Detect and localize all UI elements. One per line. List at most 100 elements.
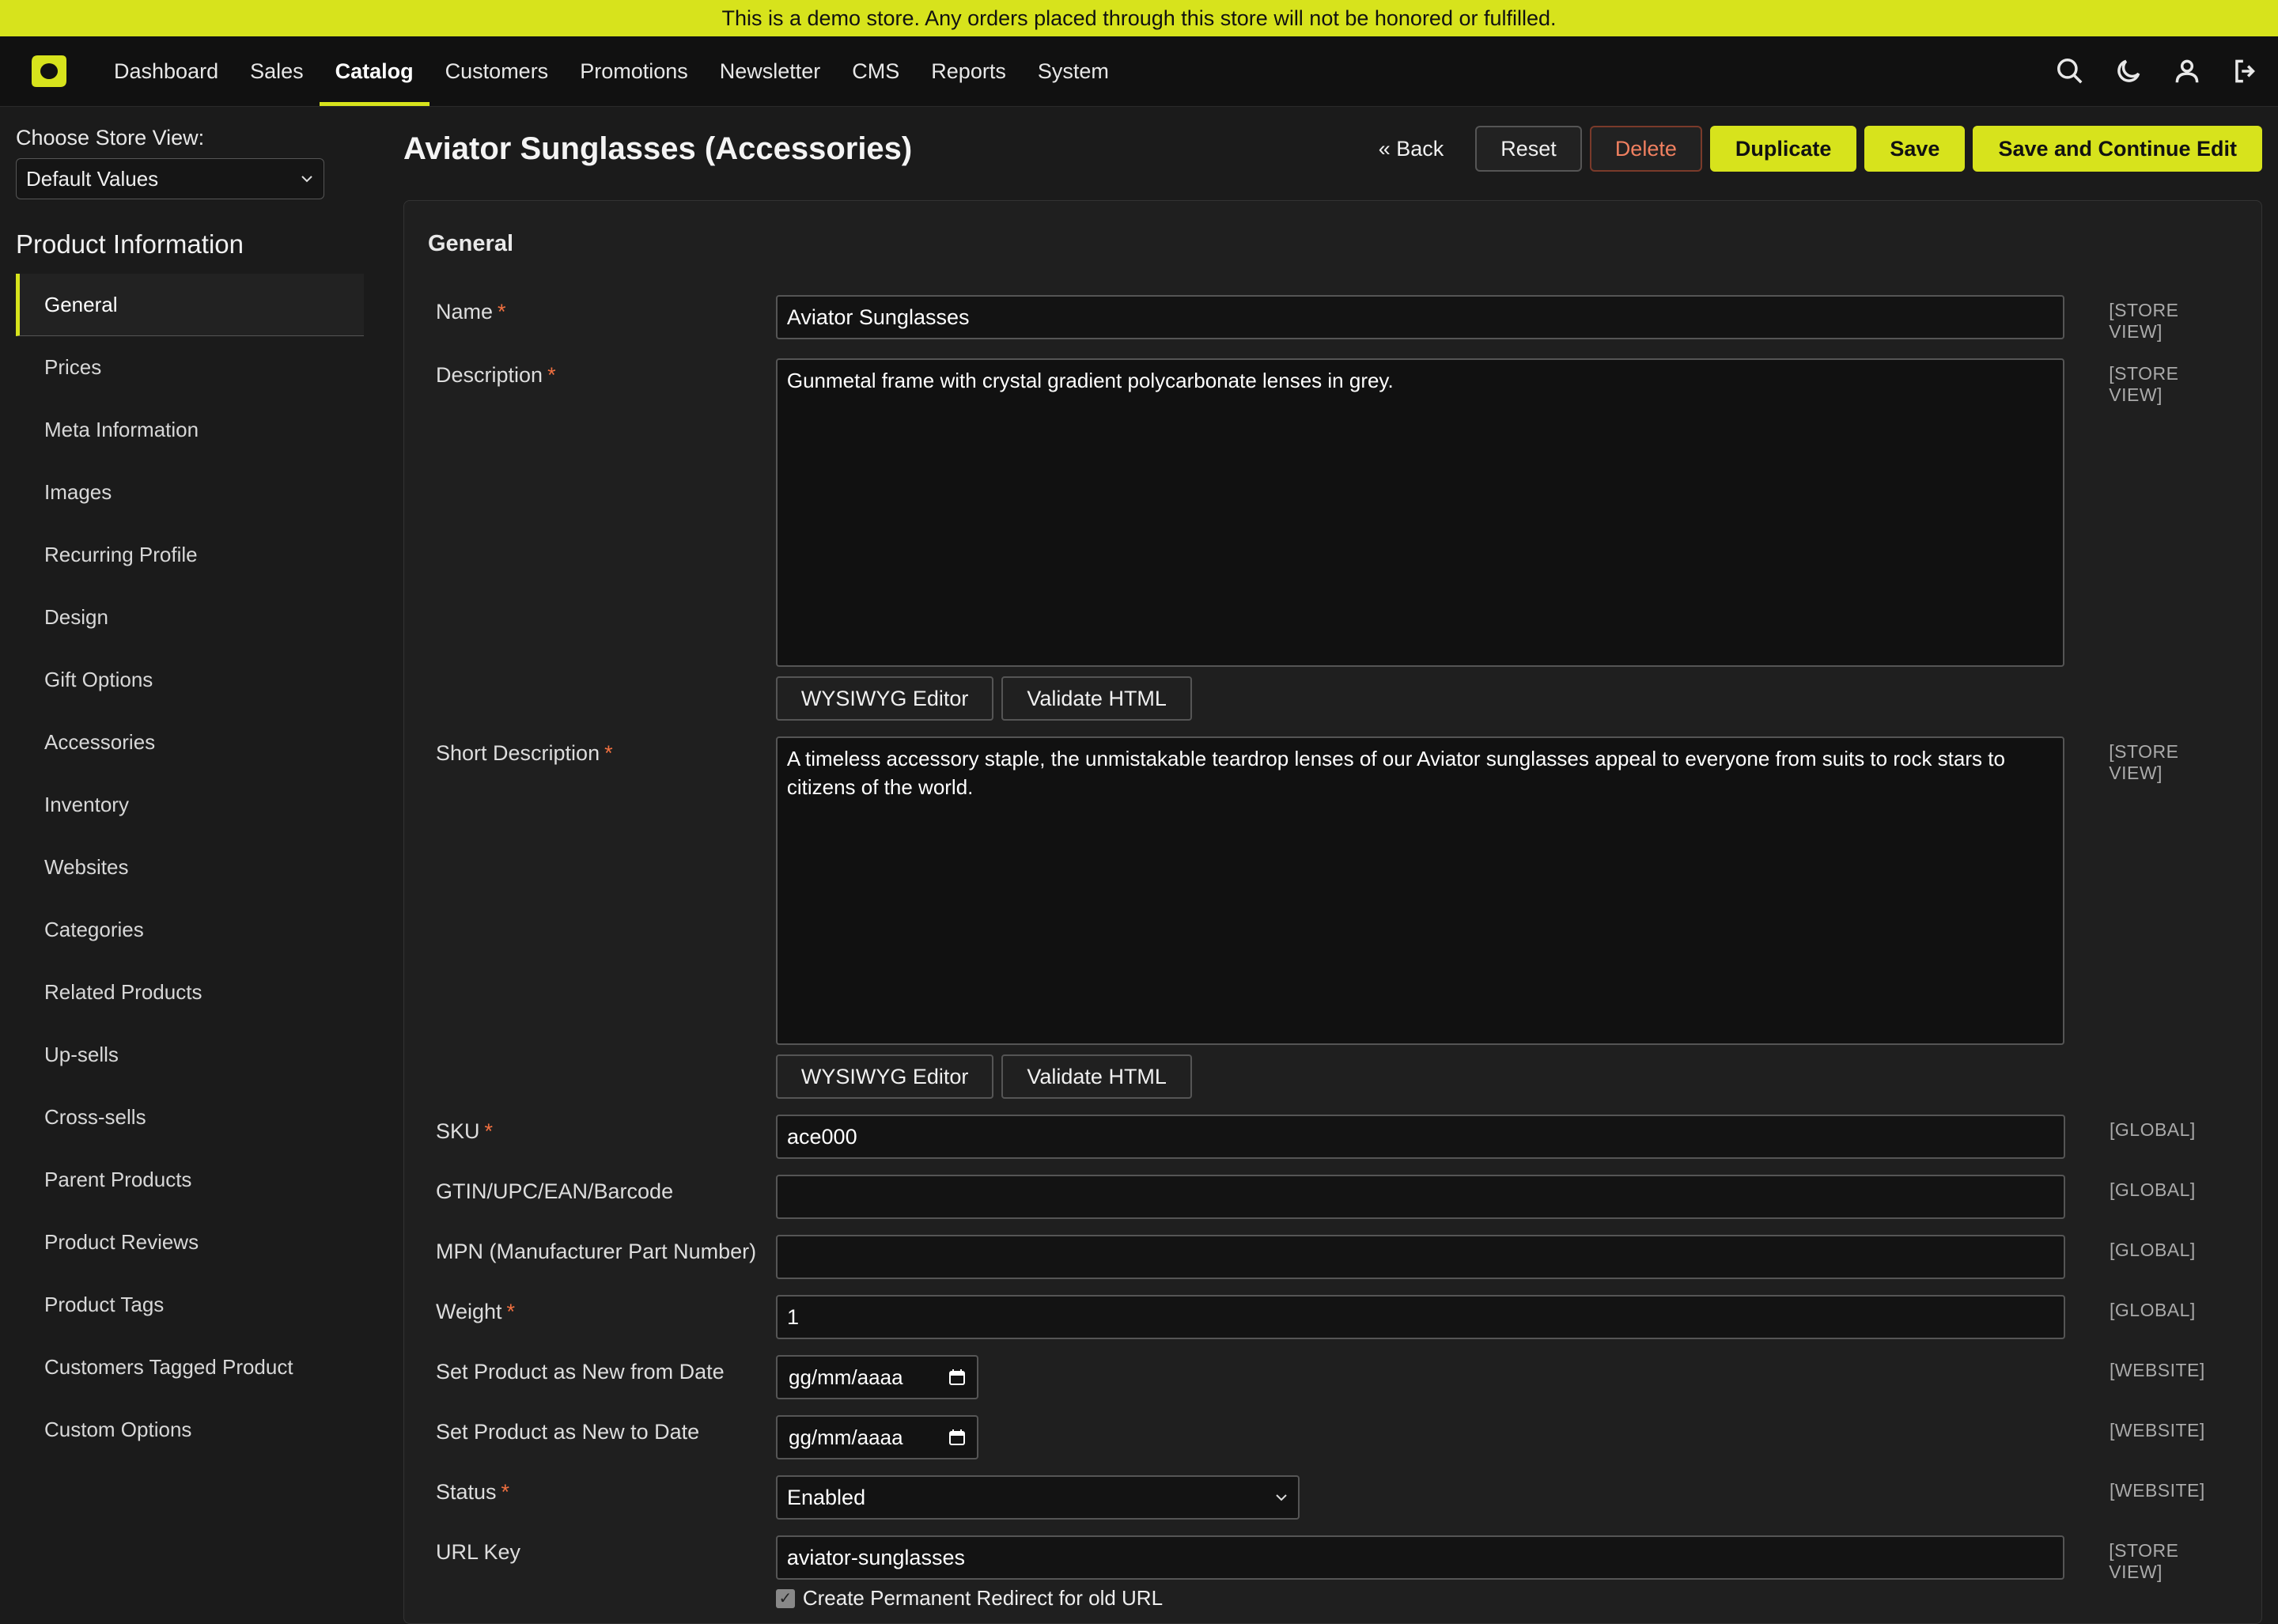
description-label: Description	[436, 363, 543, 387]
redirect-label: Create Permanent Redirect for old URL	[802, 1586, 1164, 1610]
sidebar-item-general[interactable]: General	[16, 274, 364, 336]
new-to-date-value: gg/mm/aaaa	[789, 1425, 903, 1449]
required-mark: *	[484, 1119, 494, 1143]
calendar-icon[interactable]	[948, 1368, 966, 1386]
required-mark: *	[501, 1480, 510, 1504]
sidebar-item-images[interactable]: Images	[16, 461, 364, 524]
weight-scope: [GLOBAL]	[2110, 1300, 2196, 1320]
weight-label: Weight	[436, 1300, 502, 1323]
store-view-select[interactable]: Default Values	[16, 158, 324, 199]
back-button[interactable]: « Back	[1355, 126, 1468, 172]
short-description-row: Short Description * A timeless accessory …	[428, 736, 2238, 1099]
status-select[interactable]: Enabled	[776, 1475, 1300, 1520]
new-to-scope: [WEBSITE]	[2110, 1420, 2205, 1440]
sidebar-item-design[interactable]: Design	[16, 586, 364, 649]
gtin-row: GTIN/UPC/EAN/Barcode [GLOBAL]	[428, 1175, 2238, 1219]
status-scope: [WEBSITE]	[2110, 1480, 2205, 1501]
nav-system[interactable]: System	[1022, 36, 1125, 106]
weight-input[interactable]: 1	[776, 1295, 2065, 1339]
delete-button[interactable]: Delete	[1589, 126, 1702, 172]
chevron-down-icon	[301, 176, 312, 183]
sidebar-item-gift-options[interactable]: Gift Options	[16, 649, 364, 711]
nav-cms[interactable]: CMS	[836, 36, 915, 106]
sidebar-item-cross-sells[interactable]: Cross-sells	[16, 1086, 364, 1149]
description-textarea[interactable]: Gunmetal frame with crystal gradient pol…	[775, 358, 2065, 667]
new-to-date-input[interactable]: gg/mm/aaaa	[776, 1415, 978, 1459]
short-description-scope: [STORE VIEW]	[2109, 741, 2179, 783]
nav-reports[interactable]: Reports	[915, 36, 1022, 106]
sidebar-item-parent-products[interactable]: Parent Products	[16, 1149, 364, 1211]
mpn-row: MPN (Manufacturer Part Number) [GLOBAL]	[428, 1235, 2238, 1279]
moon-icon[interactable]	[2113, 56, 2144, 86]
save-continue-button[interactable]: Save and Continue Edit	[1973, 126, 2262, 172]
new-from-row: Set Product as New from Date gg/mm/aaaa …	[428, 1355, 2238, 1399]
sidebar-item-customers-tagged-product[interactable]: Customers Tagged Product	[16, 1336, 364, 1399]
short-description-validate-button[interactable]: Validate HTML	[1001, 1054, 1192, 1099]
url-key-scope: [STORE VIEW]	[2109, 1540, 2179, 1582]
sidebar-item-related-products[interactable]: Related Products	[16, 961, 364, 1024]
name-row: Name * Aviator Sunglasses [STORE VIEW]	[428, 295, 2238, 343]
nav-promotions[interactable]: Promotions	[564, 36, 704, 106]
short-description-textarea[interactable]: A timeless accessory staple, the unmista…	[775, 736, 2065, 1045]
url-key-input[interactable]: aviator-sunglasses	[775, 1535, 2065, 1580]
description-wysiwyg-button[interactable]: WYSIWYG Editor	[775, 676, 994, 721]
calendar-icon[interactable]	[948, 1429, 966, 1446]
required-mark: *	[498, 300, 506, 324]
required-mark: *	[547, 363, 556, 387]
mpn-scope: [GLOBAL]	[2110, 1240, 2196, 1260]
main-content: Aviator Sunglasses (Accessories) « Back …	[388, 107, 2278, 1624]
nav-catalog[interactable]: Catalog	[319, 36, 429, 106]
sidebar-item-custom-options[interactable]: Custom Options	[16, 1399, 364, 1461]
short-description-wysiwyg-button[interactable]: WYSIWYG Editor	[775, 1054, 994, 1099]
status-row: Status * Enabled [WEBSITE]	[428, 1475, 2238, 1520]
sidebar-item-categories[interactable]: Categories	[16, 899, 364, 961]
description-validate-button[interactable]: Validate HTML	[1001, 676, 1192, 721]
description-scope: [STORE VIEW]	[2109, 363, 2179, 405]
save-button[interactable]: Save	[1864, 126, 1966, 172]
demo-banner-text: This is a demo store. Any orders placed …	[721, 6, 1557, 30]
sidebar-item-product-reviews[interactable]: Product Reviews	[16, 1211, 364, 1274]
name-input[interactable]: Aviator Sunglasses	[775, 295, 2065, 339]
new-from-date-value: gg/mm/aaaa	[789, 1365, 903, 1389]
product-info-title: Product Information	[16, 229, 244, 259]
new-from-date-input[interactable]: gg/mm/aaaa	[776, 1355, 978, 1399]
search-icon[interactable]	[2055, 56, 2085, 86]
sku-label: SKU	[436, 1119, 480, 1143]
reset-button[interactable]: Reset	[1475, 126, 1582, 172]
sidebar-item-prices[interactable]: Prices	[16, 336, 364, 399]
url-key-row: URL Key aviator-sunglasses ✓ Create Perm…	[428, 1535, 2238, 1611]
sku-row: SKU * ace000 [GLOBAL]	[428, 1115, 2238, 1159]
sidebar-item-product-tags[interactable]: Product Tags	[16, 1274, 364, 1336]
short-description-label: Short Description	[436, 741, 600, 765]
nav-sales[interactable]: Sales	[234, 36, 320, 106]
sidebar-item-inventory[interactable]: Inventory	[16, 774, 364, 836]
sku-scope: [GLOBAL]	[2110, 1119, 2196, 1140]
store-logo-icon[interactable]	[30, 52, 68, 90]
redirect-checkbox[interactable]: ✓	[775, 1588, 795, 1608]
sidebar-item-up-sells[interactable]: Up-sells	[16, 1024, 364, 1086]
nav-customers[interactable]: Customers	[429, 36, 565, 106]
nav-dashboard[interactable]: Dashboard	[98, 36, 234, 106]
logout-icon[interactable]	[2231, 56, 2261, 86]
required-mark: *	[604, 741, 613, 765]
name-label: Name	[436, 300, 494, 324]
sidebar-item-accessories[interactable]: Accessories	[16, 711, 364, 774]
required-mark: *	[506, 1300, 516, 1323]
status-label: Status	[436, 1480, 497, 1504]
mpn-label: MPN (Manufacturer Part Number)	[436, 1240, 757, 1263]
sidebar-item-recurring-profile[interactable]: Recurring Profile	[16, 524, 364, 586]
nav-newsletter[interactable]: Newsletter	[704, 36, 837, 106]
new-to-label: Set Product as New to Date	[436, 1420, 700, 1444]
new-from-label: Set Product as New from Date	[436, 1360, 725, 1384]
gtin-input[interactable]	[776, 1175, 2065, 1219]
mpn-input[interactable]	[776, 1235, 2065, 1279]
user-icon[interactable]	[2172, 56, 2202, 86]
sku-input[interactable]: ace000	[776, 1115, 2065, 1159]
demo-store-banner: This is a demo store. Any orders placed …	[0, 0, 2278, 36]
sidebar: Choose Store View: Default Values Produc…	[0, 107, 388, 1621]
store-view-value: Default Values	[26, 166, 159, 191]
new-from-scope: [WEBSITE]	[2110, 1360, 2205, 1380]
sidebar-item-websites[interactable]: Websites	[16, 836, 364, 899]
duplicate-button[interactable]: Duplicate	[1709, 126, 1857, 172]
sidebar-item-meta-information[interactable]: Meta Information	[16, 399, 364, 461]
